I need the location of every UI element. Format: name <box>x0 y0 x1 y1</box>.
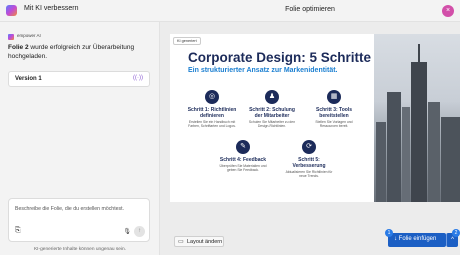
feedback-icon: ✎ <box>236 140 250 154</box>
status-message: Folie 2 wurde erfolgreich zur Überarbeit… <box>8 43 153 61</box>
ai-generated-badge: KI generiert <box>173 37 201 45</box>
tools-icon: ▦ <box>327 90 341 104</box>
slide-subtitle: Ein strukturierter Ansatz zur Markeniden… <box>188 67 338 74</box>
step-desc: Überprüfen Sie Materialien und geben Sie… <box>219 164 267 173</box>
improvement-icon: ⟳ <box>302 140 316 154</box>
step-title: Schritt 2: Schulung der Mitarbeiter <box>249 107 295 119</box>
ai-sparkle-icon <box>6 5 17 16</box>
insert-slide-button[interactable]: ↓ Folie einfügen <box>388 233 446 247</box>
step-3: ▦ Schritt 3: Tools bereitstellen Stellen… <box>307 90 361 128</box>
send-button[interactable]: ↑ <box>134 226 145 237</box>
lightbulb-icon: ◎ <box>205 90 219 104</box>
preview-icon[interactable]: ((·)) <box>133 75 143 81</box>
step-desc: Schulen Sie Mitarbeiter zu den Design-Ri… <box>248 120 296 129</box>
step-badge-1: 1 <box>385 229 393 237</box>
layout-label: Layout ändern <box>187 239 223 245</box>
version-label: Version 1 <box>15 76 42 82</box>
step-title: Schritt 5: Verbesserung <box>292 157 326 169</box>
close-button[interactable]: × <box>442 5 454 17</box>
brand-label: Mit KI verbessern <box>24 5 79 12</box>
training-icon: ♟ <box>265 90 279 104</box>
step-desc: Stellen Sie Vorlagen und Ressourcen bere… <box>315 120 353 129</box>
prompt-input[interactable]: Beschreibe die Folie, die du erstellen m… <box>8 198 150 242</box>
step-title: Schritt 3: Tools bereitstellen <box>315 107 353 119</box>
disclaimer: KI-generierte Inhalte können ungenau sei… <box>33 247 126 252</box>
slide-preview-area: KI generiert Corporate Design: 5 Schritt… <box>160 22 460 255</box>
attach-icon[interactable]: ⎘ <box>15 227 21 235</box>
app-logo-icon <box>8 34 14 40</box>
step-1: ◎ Schritt 1: Richtlinien definieren Erst… <box>186 90 238 128</box>
slide-title: Corporate Design: 5 Schritte <box>188 50 372 65</box>
step-badge-2: 2 <box>452 229 460 237</box>
insert-label: ↓ Folie einfügen <box>394 236 437 242</box>
microphone-icon[interactable]: 🎙 <box>123 228 131 235</box>
step-2: ♟ Schritt 2: Schulung der Mitarbeiter Sc… <box>245 90 299 128</box>
slide-preview: KI generiert Corporate Design: 5 Schritt… <box>170 34 460 202</box>
step-title: Schritt 4: Feedback <box>219 157 267 163</box>
message-slide-ref: Folie 2 <box>8 44 29 51</box>
layout-icon: ▭ <box>178 239 184 245</box>
version-card[interactable]: Version 1 ((·)) <box>8 71 150 87</box>
step-title: Schritt 1: Richtlinien definieren <box>187 107 237 119</box>
top-bar: Mit KI verbessern Folie optimieren × <box>0 0 460 22</box>
skyline-photo <box>374 34 460 202</box>
change-layout-button[interactable]: ▭ Layout ändern <box>174 236 224 247</box>
window-title: Folie optimieren <box>285 6 335 13</box>
step-desc: Aktualisieren Sie Richtlinien für neue T… <box>285 170 333 179</box>
step-5: ⟳ Schritt 5: Verbesserung Aktualisieren … <box>282 140 336 178</box>
prompt-placeholder: Beschreibe die Folie, die du erstellen m… <box>15 206 124 212</box>
step-desc: Erstellen Sie ein Handbuch mit Farben, S… <box>188 120 236 129</box>
step-4: ✎ Schritt 4: Feedback Überprüfen Sie Mat… <box>216 140 270 172</box>
app-name: empower AI <box>17 33 41 38</box>
chat-panel: empower AI Folie 2 wurde erfolgreich zur… <box>0 22 160 255</box>
